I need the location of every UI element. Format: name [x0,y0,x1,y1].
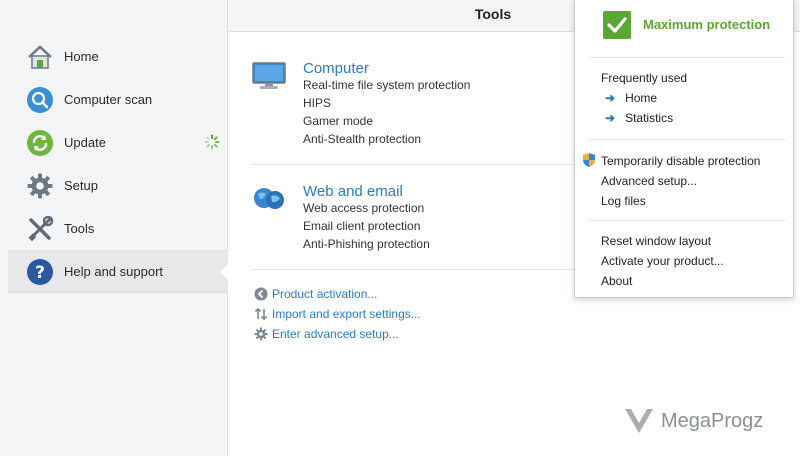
section-title-computer[interactable]: Computer [303,60,369,77]
arrow-right-icon: ➜ [605,111,616,125]
row-anti-stealth: Anti-Stealth protection [303,132,422,146]
sidebar-item-computer-scan[interactable]: Computer scan [8,78,228,121]
link-label: Product activation... [272,287,378,301]
menu-item-reset-window-layout[interactable]: Reset window layout [601,234,711,248]
menu-separator [589,139,785,140]
computer-section: Computer Real-time file system protectio… [252,60,595,150]
shield-icon [581,152,597,168]
sort-arrows-icon [254,307,268,321]
menu-item-statistics[interactable]: ➜ Statistics [605,111,673,125]
sidebar-item-tools[interactable]: Tools [8,207,228,250]
gear-icon [254,327,268,341]
menu-separator [589,220,785,221]
svg-text:?: ? [35,263,45,283]
watermark-text: MegaProgz [661,410,764,432]
tools-icon [26,215,54,243]
menu-item-label: Statistics [625,111,674,125]
question-icon: ? [26,258,54,286]
menu-item-temporarily-disable-protection[interactable]: Temporarily disable protection [601,154,760,168]
sidebar-item-label: Tools [64,221,95,236]
home-icon [26,43,54,71]
import-export-settings-link[interactable]: Import and export settings... [254,307,421,321]
context-menu: Maximum protection Frequently used ➜ Hom… [574,0,794,298]
section-divider [252,269,582,270]
watermark: MegaProgz [623,405,763,438]
sidebar-item-label: Setup [64,178,98,193]
row-email-client: Email client protection [303,219,421,233]
menu-item-label: Home [625,91,658,105]
row-anti-phishing: Anti-Phishing protection [303,237,430,251]
sidebar-item-home[interactable]: Home [8,35,228,78]
magnifier-icon [26,86,54,114]
sidebar-item-setup[interactable]: Setup [8,164,228,207]
sidebar-item-help-and-support[interactable]: ? Help and support [8,250,229,293]
row-realtime-protection: Real-time file system protection [303,78,471,92]
section-title-web-email[interactable]: Web and email [303,183,403,200]
menu-item-activate-product[interactable]: Activate your product... [601,254,724,268]
enter-advanced-setup-link[interactable]: Enter advanced setup... [254,327,399,341]
menu-item-home[interactable]: ➜ Home [605,91,657,105]
loading-spinner-icon [204,134,220,150]
row-web-access: Web access protection [303,201,425,215]
arrow-circle-icon [254,287,268,301]
sidebar-item-label: Help and support [64,264,164,279]
menu-item-about[interactable]: About [601,274,632,288]
sidebar-item-update[interactable]: Update [8,121,228,164]
row-gamer-mode: Gamer mode [303,114,374,128]
menu-item-log-files[interactable]: Log files [601,194,646,208]
web-email-section: Web and email Web access protection Emai… [252,183,595,255]
sidebar: Home Computer scan Update Setup Tools ? … [0,0,229,456]
checkmark-icon [603,11,631,39]
product-activation-link[interactable]: Product activation... [254,287,377,301]
sidebar-item-label: Home [64,49,99,64]
row-hips: HIPS [303,96,332,110]
menu-item-advanced-setup[interactable]: Advanced setup... [601,174,697,188]
sidebar-item-label: Update [64,135,106,150]
gear-icon [26,172,54,200]
arrow-right-icon: ➜ [605,91,616,105]
link-label: Enter advanced setup... [272,327,399,341]
megaprogz-logo-icon [623,405,655,438]
protection-status-text: Maximum protection [643,17,771,32]
refresh-icon [26,129,54,157]
sidebar-item-label: Computer scan [64,92,153,107]
frequently-used-heading: Frequently used [601,71,688,85]
globe-icon [252,185,286,213]
protection-status-header: Maximum protection [575,0,793,53]
link-label: Import and export settings... [272,307,421,321]
section-divider [252,164,582,165]
monitor-icon [252,62,286,90]
menu-separator [589,57,785,58]
